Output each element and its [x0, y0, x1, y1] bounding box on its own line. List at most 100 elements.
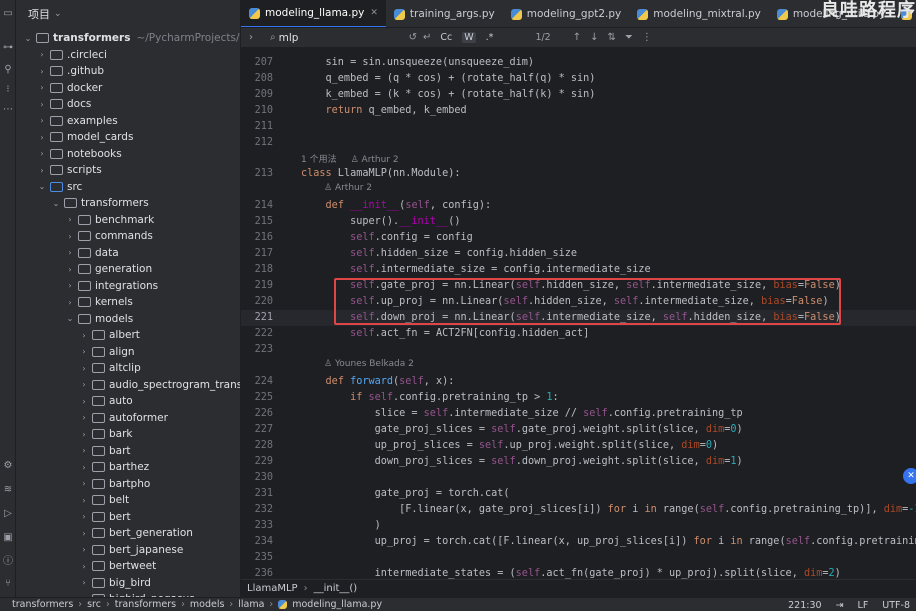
tree-item[interactable]: › bartpho — [78, 476, 150, 492]
whole-words-toggle[interactable]: W — [462, 32, 476, 43]
tree-item[interactable]: › docker — [36, 80, 102, 96]
select-all-icon[interactable]: ⇅ — [608, 32, 616, 43]
tree-item[interactable]: › bart — [78, 443, 130, 459]
chevron-right-icon[interactable]: › — [78, 479, 90, 488]
code-line[interactable]: 210 return q_embed, k_embed — [241, 103, 916, 119]
encoding[interactable]: UTF-8 — [882, 600, 910, 611]
usage-count[interactable]: 1 个用法 — [301, 155, 337, 165]
code-line[interactable]: 218 self.intermediate_size = config.inte… — [241, 262, 916, 278]
chevron-right-icon[interactable]: › — [78, 463, 90, 472]
tree-item[interactable]: › data — [64, 245, 118, 261]
tree-item[interactable]: › kernels — [64, 294, 132, 310]
regex-toggle[interactable]: .* — [484, 32, 496, 43]
status-path-5[interactable]: modeling_llama.py — [292, 599, 382, 610]
chevron-down-icon[interactable]: ⌄ — [64, 314, 76, 323]
usages-hint[interactable]: 1 个用法 ♙ Arthur 2 — [301, 152, 399, 166]
chevron-right-icon[interactable]: › — [78, 331, 90, 340]
filter-icon[interactable]: ⏷ — [625, 32, 633, 43]
chevron-right-icon[interactable]: › — [78, 529, 90, 538]
code-line[interactable]: 226 slice = self.intermediate_size // se… — [241, 406, 916, 422]
match-case-toggle[interactable]: Cc — [438, 32, 454, 43]
structure-icon[interactable]: ⁝ — [2, 84, 14, 96]
code-line[interactable]: 208 q_embed = (q * cos) + (rotate_half(q… — [241, 71, 916, 87]
chevron-right-icon[interactable]: › — [36, 50, 48, 59]
close-icon[interactable]: ✕ — [370, 8, 378, 18]
tree-item[interactable]: ⌄ transformers — [50, 195, 149, 211]
chevron-right-icon[interactable]: › — [249, 32, 253, 43]
tree-item[interactable]: › bertweet — [78, 558, 156, 574]
tree-item[interactable]: › benchmark — [64, 212, 154, 228]
more-options-icon[interactable]: ⋮ — [642, 32, 652, 43]
chevron-right-icon[interactable]: › — [36, 116, 48, 125]
chevron-down-icon[interactable]: ⌄ — [50, 199, 62, 208]
code-line[interactable]: 236 intermediate_states = (self.act_fn(g… — [241, 566, 916, 579]
code-line[interactable]: 211 — [241, 119, 916, 135]
status-path-2[interactable]: transformers — [115, 599, 176, 610]
breadcrumb-class[interactable]: LlamaMLP — [247, 583, 298, 594]
chevron-right-icon[interactable]: › — [64, 298, 76, 307]
tree-item[interactable]: ⌄ transformers ~/PycharmProjects/transform… — [22, 30, 240, 46]
chevron-right-icon[interactable]: › — [78, 578, 90, 587]
chevron-right-icon[interactable]: › — [78, 430, 90, 439]
code-editor[interactable]: 207 sin = sin.unsqueeze(unsqueeze_dim) 2… — [241, 48, 916, 579]
search-icon[interactable]: ⌕ — [270, 32, 276, 43]
breadcrumb-method[interactable]: __init__() — [314, 583, 358, 594]
tree-item[interactable]: › commands — [64, 228, 153, 244]
tree-item[interactable]: › notebooks — [36, 146, 121, 162]
tree-item[interactable]: › scripts — [36, 162, 101, 178]
line-ending[interactable]: LF — [858, 600, 869, 611]
tree-item[interactable]: › albert — [78, 327, 140, 343]
tree-item[interactable]: › docs — [36, 96, 91, 112]
chevron-right-icon[interactable]: › — [36, 83, 48, 92]
chevron-down-icon[interactable]: ⌄ — [54, 9, 62, 19]
code-line[interactable]: 222 self.act_fn = ACT2FN[config.hidden_a… — [241, 326, 916, 342]
author-hint[interactable]: Arthur 2 — [362, 155, 399, 165]
tree-item[interactable]: › model_cards — [36, 129, 133, 145]
editor-tab[interactable]: modeling_llama.py ✕ — [241, 0, 386, 27]
tree-item[interactable]: › autoformer — [78, 410, 168, 426]
chevron-right-icon[interactable]: › — [78, 545, 90, 554]
chevron-right-icon[interactable]: › — [64, 232, 76, 241]
code-line[interactable]: 223 — [241, 342, 916, 358]
chevron-right-icon[interactable]: › — [78, 562, 90, 571]
code-line[interactable]: 215 super().__init__() — [241, 214, 916, 230]
chevron-right-icon[interactable]: › — [78, 347, 90, 356]
tree-item[interactable]: › altclip — [78, 360, 140, 376]
tree-item[interactable]: › bert — [78, 509, 130, 525]
code-line[interactable]: 229 down_proj_slices = self.down_proj.we… — [241, 454, 916, 470]
code-line[interactable]: 230 — [241, 470, 916, 486]
code-line[interactable]: 224 def forward(self, x): — [241, 374, 916, 390]
chevron-right-icon[interactable]: › — [36, 67, 48, 76]
arrow-up-icon[interactable]: ↑ — [573, 32, 581, 43]
run-icon[interactable]: ▷ — [2, 508, 14, 520]
terminal-icon[interactable]: ▣ — [2, 532, 14, 544]
author-hint-init[interactable]: ♙ Arthur 2 — [324, 183, 372, 197]
tree-item[interactable]: › generation — [64, 261, 152, 277]
no-indent-icon[interactable]: ⇥ — [836, 600, 844, 611]
tree-item[interactable]: › bert_japanese — [78, 542, 183, 558]
plugins-icon[interactable]: ⚙ — [2, 460, 14, 472]
tree-item[interactable]: › examples — [36, 113, 117, 129]
chevron-right-icon[interactable]: › — [78, 397, 90, 406]
chevron-right-icon[interactable]: › — [36, 149, 48, 158]
chevron-down-icon[interactable]: ⌄ — [36, 182, 48, 191]
editor-tab[interactable]: training_args.py — [386, 0, 503, 27]
chevron-down-icon[interactable]: ⌄ — [22, 34, 34, 43]
code-line[interactable]: 232 [F.linear(x, gate_proj_slices[i]) fo… — [241, 502, 916, 518]
project-folder-icon[interactable]: ▭ — [2, 8, 14, 20]
status-path-1[interactable]: src — [87, 599, 101, 610]
history-icon[interactable]: ↺ — [409, 32, 417, 43]
pull-requests-icon[interactable]: ⚲ — [2, 64, 14, 76]
tree-item[interactable]: › audio_spectrogram_transformer — [78, 377, 240, 393]
commit-icon[interactable]: ⊶ — [2, 42, 14, 54]
layers-icon[interactable]: ≋ — [2, 484, 14, 496]
chevron-right-icon[interactable]: › — [64, 215, 76, 224]
chevron-right-icon[interactable]: › — [78, 496, 90, 505]
cursor-position[interactable]: 221:30 — [788, 600, 821, 611]
chevron-right-icon[interactable]: › — [36, 133, 48, 142]
code-line[interactable]: 235 — [241, 550, 916, 566]
tree-item[interactable]: › belt — [78, 492, 129, 508]
status-path-4[interactable]: llama — [238, 599, 264, 610]
tree-item[interactable]: › .circleci — [36, 47, 107, 63]
chevron-right-icon[interactable]: › — [78, 380, 90, 389]
